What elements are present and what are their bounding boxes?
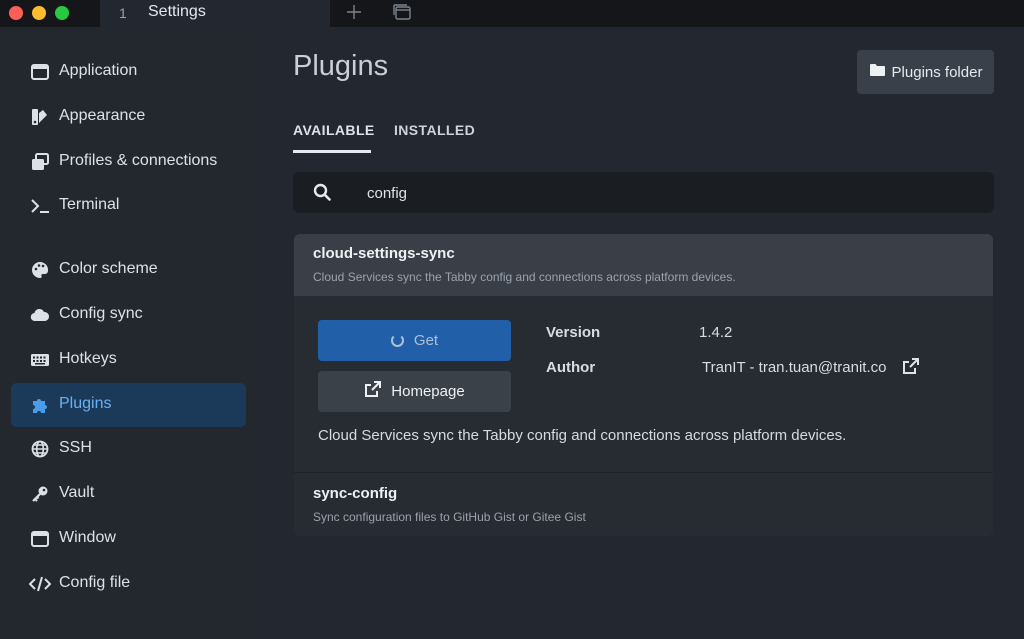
active-tab-indicator (293, 150, 371, 153)
sidebar-item-config-sync[interactable]: Config sync (11, 293, 246, 337)
tab-available[interactable]: AVAILABLE (293, 122, 375, 138)
plugin-name: cloud-settings-sync (313, 245, 455, 262)
sidebar-item-label: Appearance (59, 107, 146, 124)
plugin-description: Cloud Services sync the Tabby config and… (313, 270, 736, 284)
window-icon (29, 62, 51, 82)
plugins-folder-button[interactable]: Plugins folder (857, 50, 994, 94)
maximize-window-button[interactable] (55, 6, 69, 20)
window-icon (29, 529, 51, 549)
search-bar (293, 172, 994, 213)
sidebar-item-config-file[interactable]: Config file (11, 562, 246, 606)
tab-switcher-icon[interactable] (392, 3, 412, 25)
plugin-name: sync-config (313, 485, 398, 502)
paint-swatch-icon (29, 107, 51, 127)
sidebar-item-label: Hotkeys (59, 350, 117, 367)
sidebar-item-label: Config file (59, 574, 131, 591)
tab-title: Settings (148, 3, 206, 20)
page-title: Plugins (293, 50, 389, 82)
palette-icon (29, 260, 51, 280)
sidebar-item-label: Color scheme (59, 260, 158, 277)
copy-windows-icon (29, 152, 51, 172)
tab-settings[interactable]: 1 Settings (100, 0, 330, 27)
plugins-folder-label: Plugins folder (891, 63, 983, 81)
plugin-header-sync-config[interactable]: sync-config Sync configuration files to … (294, 473, 993, 536)
titlebar: 1 Settings (0, 0, 1024, 27)
sidebar-item-label: Terminal (59, 196, 120, 213)
sidebar-item-application[interactable]: Application (11, 50, 246, 94)
author-external-link-icon[interactable] (902, 358, 919, 380)
plugin-description: Sync configuration files to GitHub Gist … (313, 510, 586, 524)
new-tab-icon[interactable] (345, 3, 363, 25)
plugin-list: cloud-settings-sync Cloud Services sync … (294, 234, 993, 536)
get-button-label: Get (413, 332, 439, 349)
sidebar-item-label: Vault (59, 484, 95, 501)
tab-installed[interactable]: INSTALLED (394, 122, 475, 138)
sidebar-item-window[interactable]: Window (11, 517, 246, 561)
homepage-button-label: Homepage (391, 383, 465, 400)
search-input[interactable] (367, 182, 967, 204)
sidebar: Application Appearance Profiles & connec… (0, 27, 258, 639)
code-icon (29, 574, 51, 594)
sidebar-item-ssh[interactable]: SSH (11, 427, 246, 471)
sidebar-item-label: Profiles & connections (59, 152, 218, 169)
close-window-button[interactable] (9, 6, 23, 20)
puzzle-icon (29, 395, 51, 415)
loading-spinner-icon (390, 334, 404, 347)
sidebar-item-appearance[interactable]: Appearance (11, 95, 246, 139)
version-label: Version (546, 324, 601, 341)
sidebar-item-label: Plugins (59, 395, 112, 412)
key-icon (29, 484, 51, 504)
plugin-long-description: Cloud Services sync the Tabby config and… (318, 427, 847, 444)
cloud-icon (29, 305, 51, 325)
sidebar-item-plugins[interactable]: Plugins (11, 383, 246, 427)
keyboard-icon (29, 350, 51, 370)
search-icon (313, 183, 331, 206)
plugin-header-cloud-settings-sync[interactable]: cloud-settings-sync Cloud Services sync … (294, 234, 993, 296)
homepage-button[interactable]: Homepage (318, 371, 511, 412)
terminal-prompt-icon (29, 196, 51, 216)
get-button[interactable]: Get (318, 320, 511, 361)
sidebar-item-label: Config sync (59, 305, 143, 322)
folder-icon (869, 63, 886, 81)
sidebar-item-profiles[interactable]: Profiles & connections (11, 140, 246, 184)
sidebar-item-label: SSH (59, 439, 92, 456)
tab-number: 1 (119, 5, 127, 21)
globe-icon (29, 439, 51, 459)
sidebar-item-label: Window (59, 529, 116, 546)
sidebar-item-vault[interactable]: Vault (11, 472, 246, 516)
minimize-window-button[interactable] (32, 6, 46, 20)
sidebar-item-terminal[interactable]: Terminal (11, 184, 246, 228)
version-value: 1.4.2 (699, 324, 733, 341)
author-value: TranIT - tran.tuan@tranit.co (702, 359, 887, 376)
sidebar-item-label: Application (59, 62, 138, 79)
sidebar-item-hotkeys[interactable]: Hotkeys (11, 338, 246, 382)
sidebar-item-color-scheme[interactable]: Color scheme (11, 248, 246, 292)
author-label: Author (546, 359, 596, 376)
external-link-icon (364, 381, 382, 402)
